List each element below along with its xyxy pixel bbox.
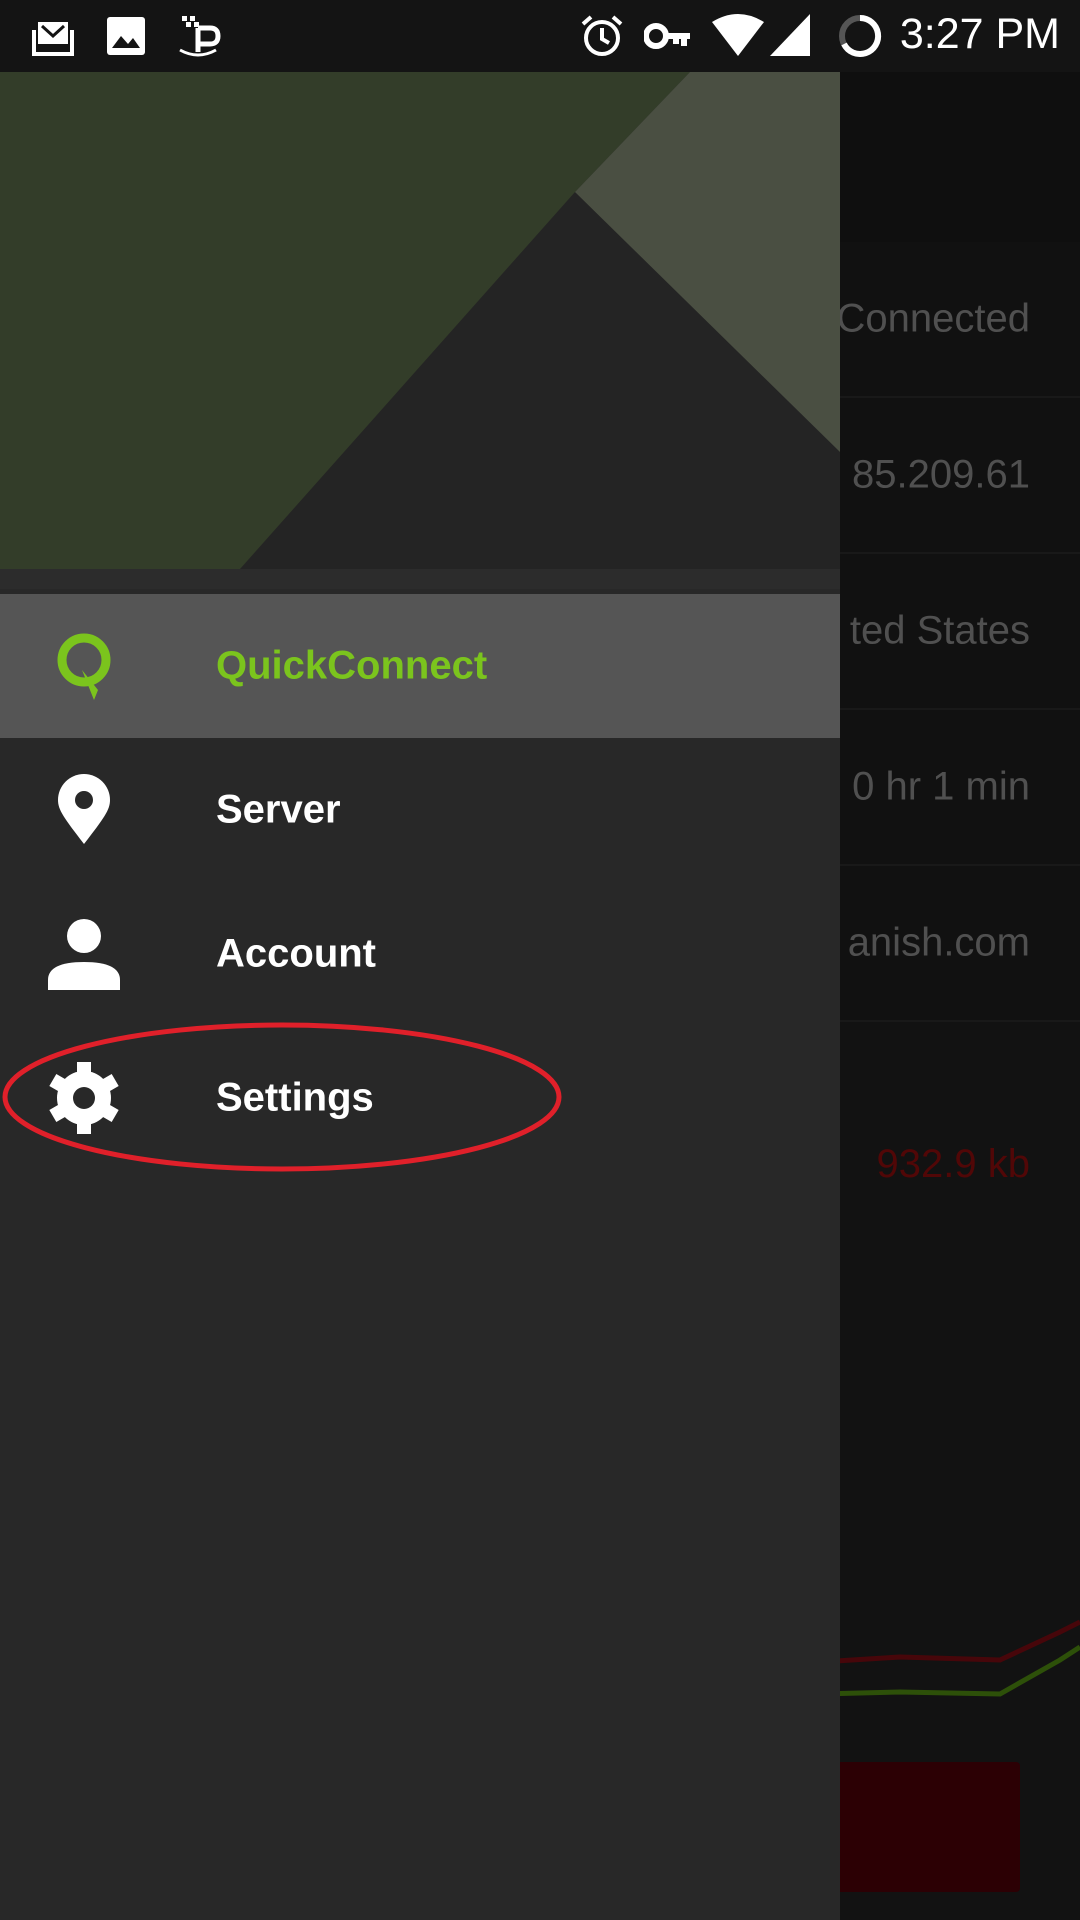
header-divider [0,569,840,589]
menu-item-account[interactable]: Account [0,882,840,1026]
drawer-header [0,72,840,569]
menu-label-settings: Settings [216,1075,374,1120]
wifi-icon [712,14,764,56]
location-pin-icon [58,774,110,844]
mail-stack-icon [32,22,74,56]
menu-label-account: Account [216,931,376,976]
battery-ring-icon [839,14,882,57]
ip-vpn-icon [179,16,221,57]
menu-label-server: Server [216,787,341,832]
key-icon [644,23,690,49]
menu-item-settings[interactable]: Settings [0,1026,840,1170]
drawer-scrim[interactable] [840,72,1080,1920]
menu-item-server[interactable]: Server [0,738,840,882]
menu-label-quickconnect: QuickConnect [216,643,488,688]
signal-icon [770,14,810,56]
alarm-icon [581,15,623,56]
navigation-drawer: QuickConnect Server Account Settings [0,72,840,1920]
person-icon [48,919,120,990]
header-graphic [0,72,840,569]
menu-item-quickconnect[interactable]: QuickConnect [0,594,840,738]
quickconnect-icon [57,633,111,700]
gear-icon [49,1062,119,1134]
status-time: 3:27 PM [899,10,1060,58]
status-bar: 3:27 PM [0,0,1080,72]
image-icon [107,17,145,55]
